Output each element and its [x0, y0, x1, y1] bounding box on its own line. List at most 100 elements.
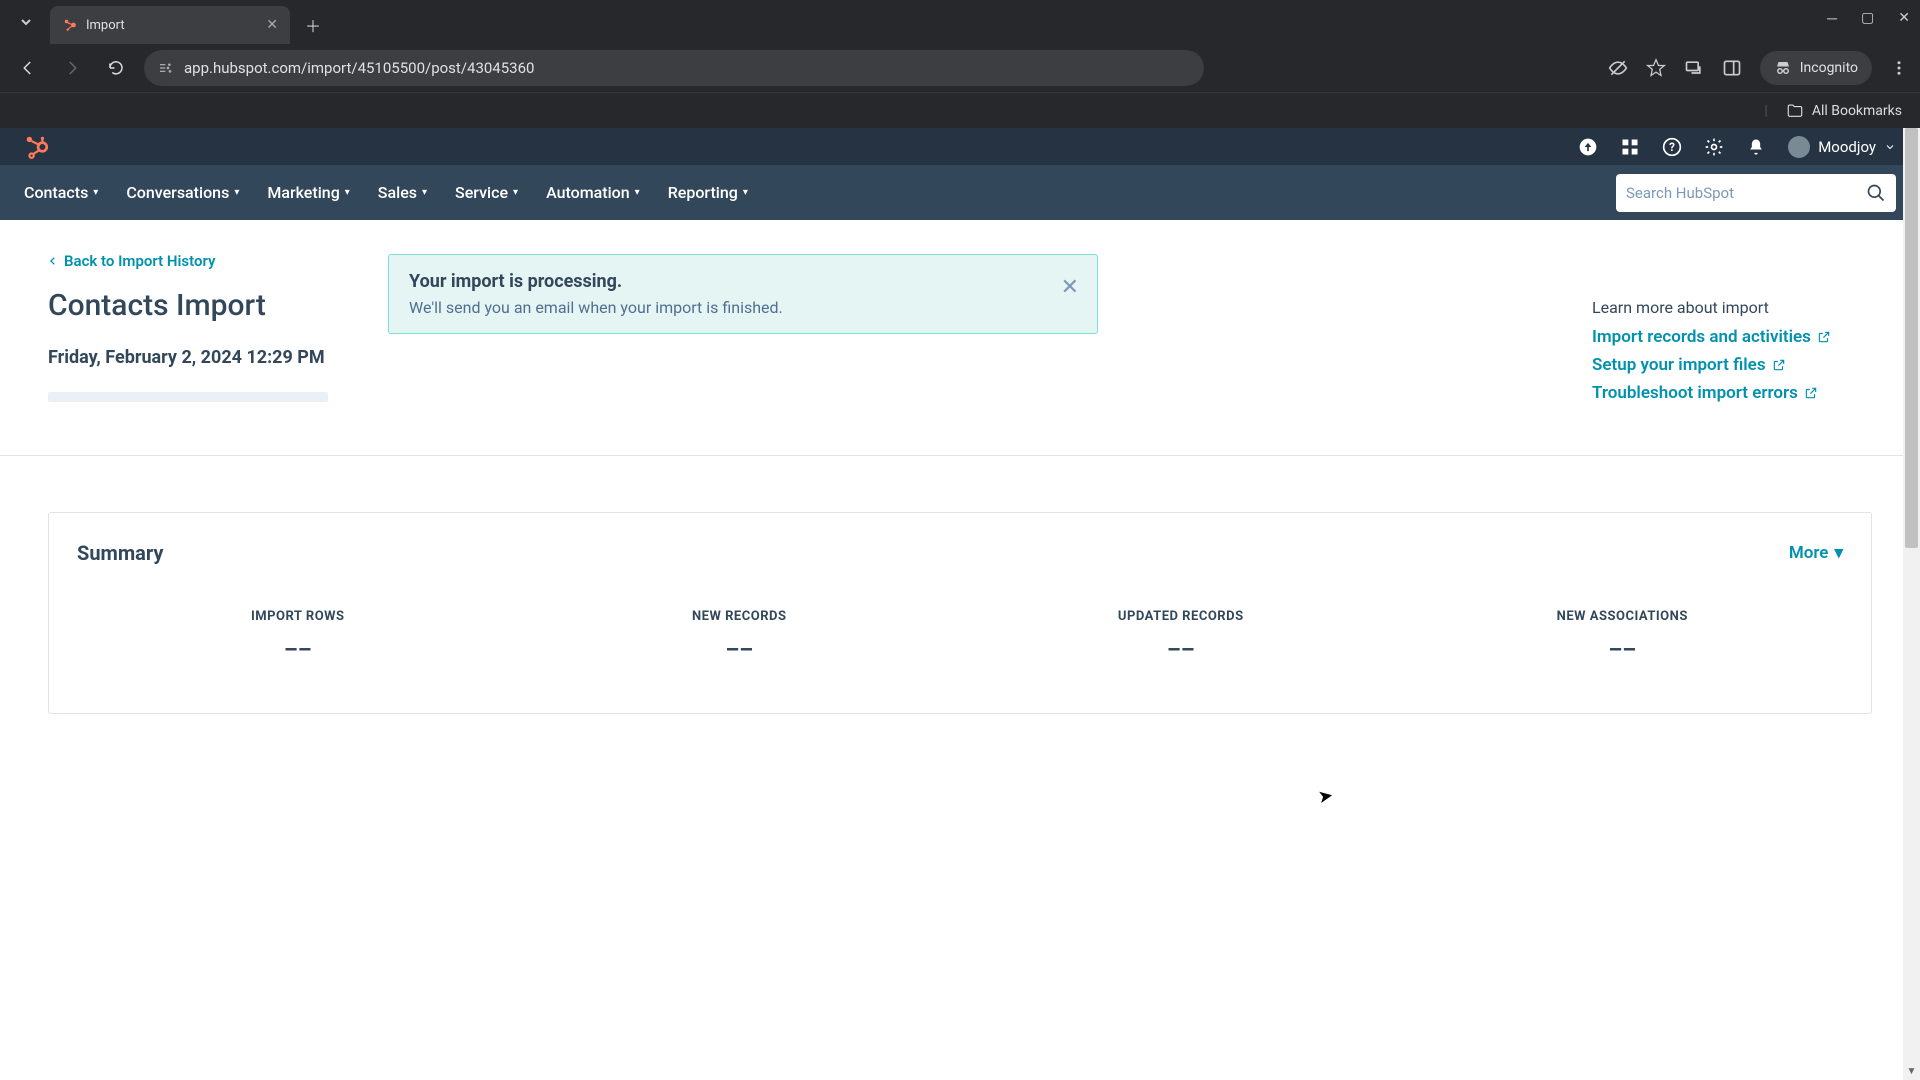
address-bar[interactable]: app.hubspot.com/import/45105500/post/430…	[144, 50, 1204, 86]
page-content: Back to Import History Contacts Import F…	[0, 220, 1920, 411]
nav-marketing[interactable]: Marketing▾	[267, 183, 349, 202]
close-window-icon[interactable]: ✕	[1898, 10, 1910, 27]
tab-bar: Import ✕ ＋	[0, 0, 1920, 44]
nav-service[interactable]: Service ▾	[455, 183, 518, 202]
marketplace-icon[interactable]	[1620, 137, 1640, 157]
help-link-text: Troubleshoot import errors	[1592, 383, 1798, 403]
browser-chrome: ─ ▢ ✕ Import ✕ ＋ app.hubspot.	[0, 0, 1920, 128]
nav-reporting[interactable]: Reporting▾	[668, 183, 748, 202]
tab-close-icon[interactable]: ✕	[266, 17, 278, 33]
nav-conversations[interactable]: Conversations ▾	[126, 183, 239, 202]
summary-header: Summary More ▾	[77, 541, 1843, 565]
chevron-down-icon: ▾	[234, 187, 239, 198]
app-root: ? Moodjoy Contacts▾ Conversations▾ Marke…	[0, 128, 1920, 714]
search-input[interactable]	[1626, 184, 1866, 202]
incognito-label: Incognito	[1800, 60, 1858, 76]
chevron-left-icon	[48, 256, 58, 266]
settings-icon[interactable]	[1704, 137, 1724, 157]
help-link-setup[interactable]: Setup your import files	[1592, 355, 1872, 375]
stat-value: ––	[77, 638, 519, 663]
external-link-icon	[1772, 358, 1786, 372]
stat-value: ––	[519, 638, 961, 663]
nav-sales[interactable]: Sales▾	[378, 183, 427, 202]
nav-label: Service	[455, 183, 508, 202]
site-settings-icon[interactable]	[158, 60, 174, 76]
nav-automation[interactable]: Automation ▾	[546, 183, 640, 202]
minimize-icon[interactable]: ─	[1827, 10, 1837, 27]
stat-label: NEW RECORDS	[519, 609, 961, 624]
nav-label: Contacts	[24, 183, 88, 202]
help-link-troubleshoot[interactable]: Troubleshoot import errors	[1592, 383, 1872, 403]
address-bar-right: Incognito	[1608, 51, 1908, 85]
bookmark-star-icon[interactable]	[1646, 58, 1666, 78]
help-heading: Learn more about import	[1592, 298, 1872, 317]
stat-label: NEW ASSOCIATIONS	[1402, 609, 1844, 624]
stat-label: UPDATED RECORDS	[960, 609, 1402, 624]
back-link-text: Back to Import History	[64, 252, 215, 270]
incognito-icon	[1774, 59, 1792, 77]
chevron-down-icon: ▾	[422, 187, 427, 198]
chevron-down-icon: ▾	[513, 187, 518, 198]
help-link-text: Import records and activities	[1592, 327, 1811, 347]
new-tab-button[interactable]: ＋	[298, 10, 328, 40]
nav-label: Marketing	[267, 183, 339, 202]
stat-updated-records: UPDATED RECORDS ––	[960, 609, 1402, 663]
external-link-icon	[1804, 386, 1818, 400]
topbar-right: ? Moodjoy	[1578, 136, 1896, 158]
more-label: More	[1789, 543, 1829, 563]
search-icon[interactable]	[1866, 183, 1886, 203]
scroll-down-icon[interactable]: ▼	[1903, 1063, 1920, 1080]
address-bar-row: app.hubspot.com/import/45105500/post/430…	[0, 44, 1920, 92]
vertical-scrollbar[interactable]: ▲ ▼	[1903, 128, 1920, 1080]
scroll-thumb[interactable]	[1905, 128, 1918, 548]
nav-label: Conversations	[126, 183, 229, 202]
alert-close-icon[interactable]: ✕	[1061, 277, 1079, 299]
upgrade-icon[interactable]	[1578, 137, 1598, 157]
window-controls: ─ ▢ ✕	[1827, 10, 1910, 27]
main-nav: Contacts▾ Conversations▾ Marketing▾ Sale…	[0, 165, 1920, 220]
svg-text:?: ?	[1669, 140, 1675, 154]
loading-skeleton	[48, 392, 328, 402]
reload-button[interactable]	[100, 52, 132, 84]
side-panel-icon[interactable]	[1722, 58, 1742, 78]
processing-alert: Your import is processing. We'll send yo…	[388, 254, 1098, 334]
chevron-down-icon	[1884, 141, 1896, 153]
nav-contacts[interactable]: Contacts▾	[24, 183, 98, 202]
incognito-indicator[interactable]: Incognito	[1760, 51, 1872, 85]
folder-icon	[1786, 102, 1804, 120]
summary-card: Summary More ▾ IMPORT ROWS –– NEW RECORD…	[48, 512, 1872, 714]
all-bookmarks-link[interactable]: All Bookmarks	[1812, 103, 1902, 119]
help-link-records[interactable]: Import records and activities	[1592, 327, 1872, 347]
summary-stats: IMPORT ROWS –– NEW RECORDS –– UPDATED RE…	[77, 609, 1843, 663]
stat-value: ––	[1402, 638, 1844, 663]
maximize-icon[interactable]: ▢	[1861, 10, 1874, 27]
help-column: Learn more about import Import records a…	[1592, 252, 1872, 411]
stat-new-associations: NEW ASSOCIATIONS ––	[1402, 609, 1844, 663]
back-button[interactable]	[12, 52, 44, 84]
more-button[interactable]: More ▾	[1789, 543, 1843, 563]
tab-search-icon[interactable]	[8, 4, 44, 40]
hubspot-logo-icon[interactable]	[24, 134, 50, 160]
alert-title: Your import is processing.	[409, 271, 1047, 292]
stat-value: ––	[960, 638, 1402, 663]
browser-tab[interactable]: Import ✕	[50, 6, 290, 44]
section-divider	[0, 455, 1920, 456]
account-name: Moodjoy	[1818, 138, 1876, 156]
mouse-cursor-icon: ➤	[1316, 785, 1335, 808]
notifications-icon[interactable]	[1746, 137, 1766, 157]
summary-title: Summary	[77, 541, 163, 565]
account-menu[interactable]: Moodjoy	[1788, 136, 1896, 158]
search-box[interactable]	[1616, 174, 1896, 212]
stat-import-rows: IMPORT ROWS ––	[77, 609, 519, 663]
help-icon[interactable]: ?	[1662, 137, 1682, 157]
chevron-down-icon: ▾	[635, 187, 640, 198]
chevron-down-icon: ▾	[743, 187, 748, 198]
external-link-icon	[1817, 330, 1831, 344]
nav-label: Automation	[546, 183, 630, 202]
bookmarks-bar: | All Bookmarks	[0, 92, 1920, 128]
eye-off-icon[interactable]	[1608, 58, 1628, 78]
media-control-icon[interactable]	[1684, 58, 1704, 78]
back-link[interactable]: Back to Import History	[48, 252, 348, 270]
forward-button[interactable]	[56, 52, 88, 84]
browser-menu-icon[interactable]	[1890, 59, 1908, 77]
